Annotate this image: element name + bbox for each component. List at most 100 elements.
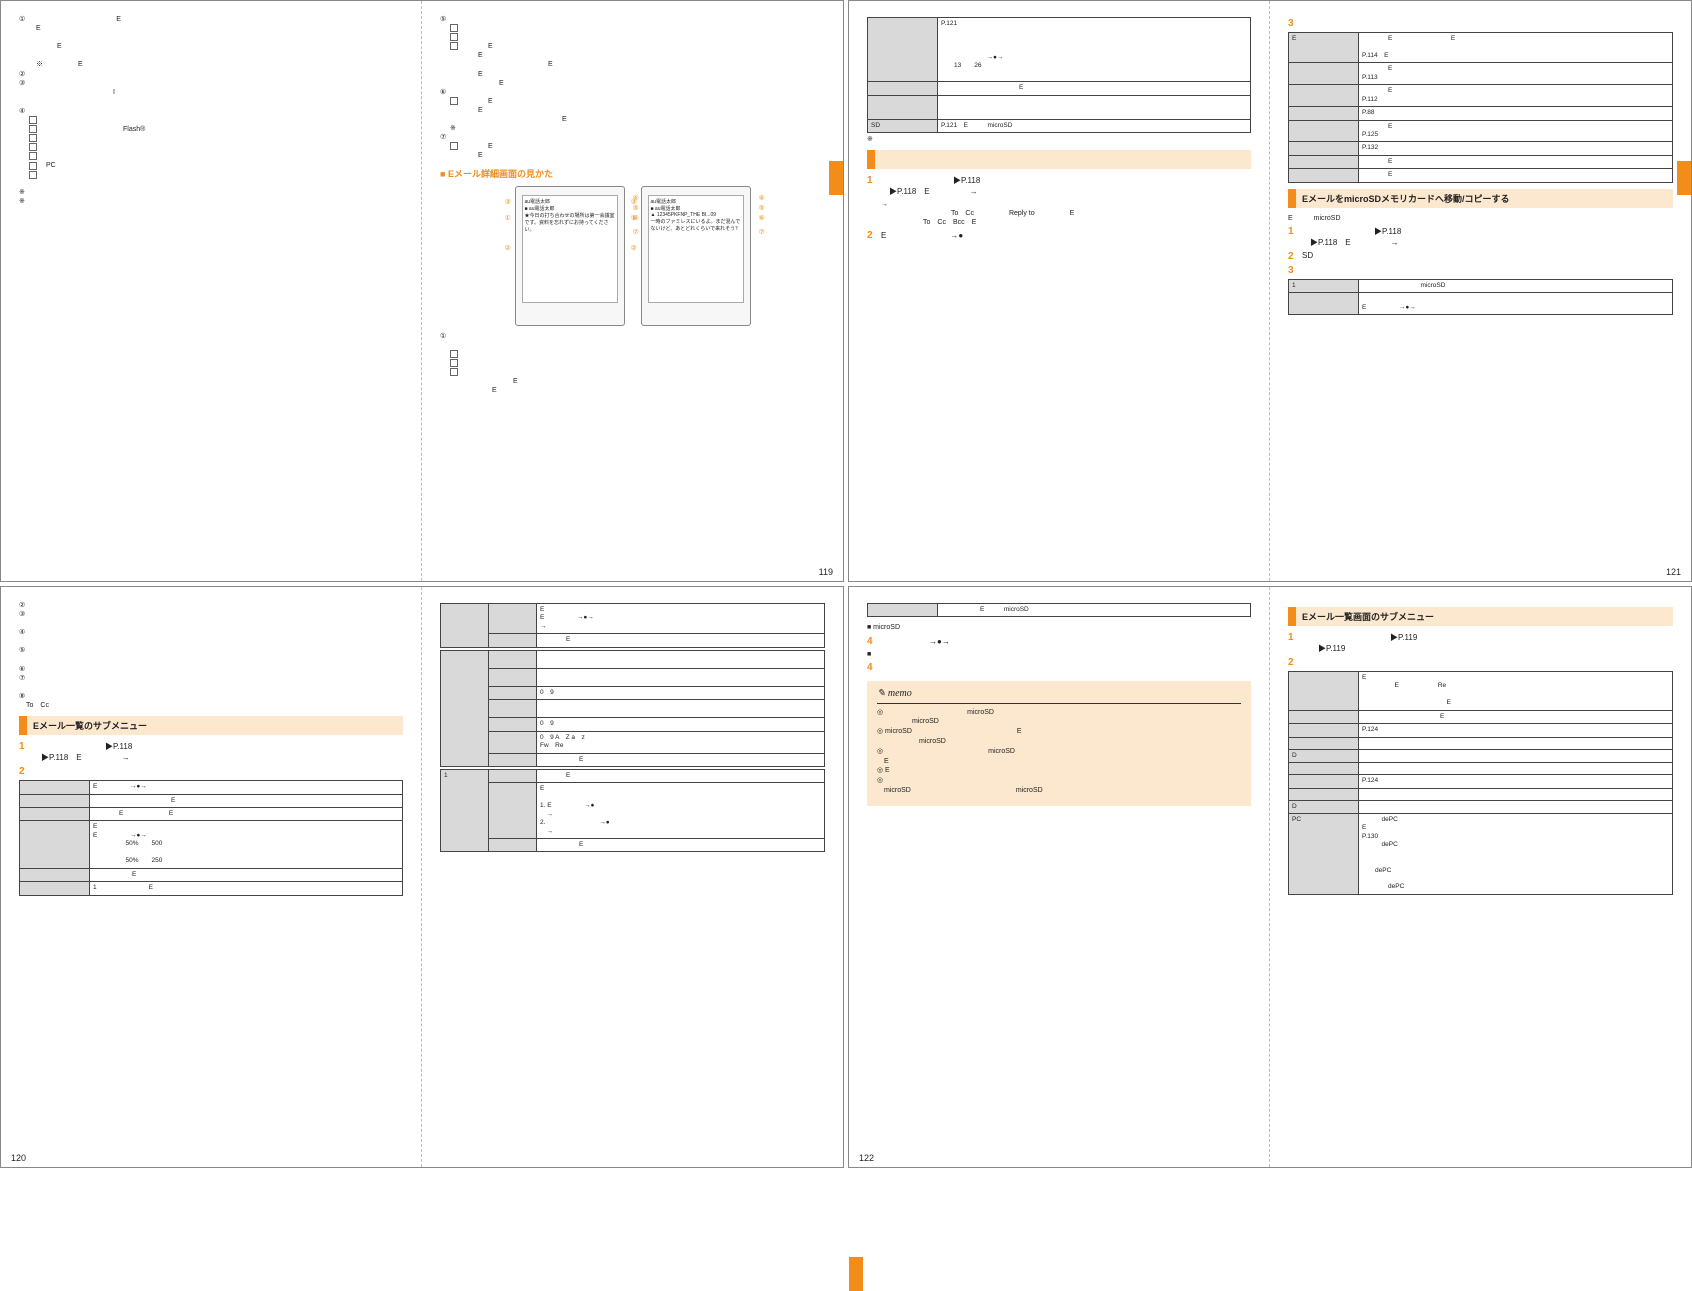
label-3b: ③ <box>631 198 637 206</box>
mail-icon <box>450 42 458 50</box>
step-1-text: ▶P.118 ▶P.118 E → <box>881 175 980 197</box>
cell: E E Re E <box>1359 672 1673 711</box>
cell: P.88 <box>1359 107 1673 120</box>
lock-icon <box>450 142 458 150</box>
table-122-left-top: E microSD <box>867 603 1251 617</box>
step-2: 2 <box>19 766 403 777</box>
p122-left: E microSD ■ microSD 4 →●→ ■ 4 memo ◎ mic… <box>849 587 1270 1167</box>
phone-2: au電話太郎 ■ au電話太郎 ▲ 12345PKFNP_THE BI...09… <box>641 186 751 326</box>
step-1: 1 ▶P.118 ▶P.118 E → <box>867 175 1251 197</box>
foot-1: ① <box>440 332 825 341</box>
label-2b: ② <box>631 244 637 252</box>
pc-icon <box>29 162 37 170</box>
attach-icon <box>29 116 37 124</box>
table-120-left: E →●→ E E E E E →●→ 50% 500 50% 250 E 1 … <box>19 780 403 895</box>
p122-right: Eメール一覧画面のサブメニュー 1 ▶P.119 ▶P.119 2 E E Re… <box>1270 587 1691 1167</box>
num-2: ② <box>19 70 403 79</box>
label-3: ③ <box>505 198 511 206</box>
cell: E E P.114 E <box>1359 33 1673 63</box>
memo-1: ◎ microSD microSD <box>877 708 1241 728</box>
note-2: ※ <box>19 197 403 206</box>
phone-1-screen: au電話太郎 ■ au電話太郎 ★今日の打ち合わせの場所は第一会議室です。資料を… <box>522 195 618 303</box>
spread-121: P.121 →●→ 13 26 E SDP.121 E microSD ※ 1 … <box>848 0 1692 582</box>
cell-label: PC <box>1289 813 1359 894</box>
step-1: 1 ▶P.118 ▶P.118 E → <box>19 741 403 763</box>
n6-text: E E E ※ <box>450 98 567 132</box>
book-icon <box>29 152 37 160</box>
cell: E P.125 <box>1359 120 1673 142</box>
num-7: ⑦ <box>440 133 825 142</box>
label-6b: ⑥ <box>759 214 765 222</box>
heading-microsd: EメールをmicroSDメモリカードへ移動/コピーする <box>1288 189 1673 208</box>
step-1-detail: → To Cc Reply to E To Cc Bcc E <box>881 200 1251 227</box>
cell: P.124 <box>1359 724 1673 737</box>
heading-reply <box>867 150 1251 169</box>
page-number: 122 <box>859 1153 874 1163</box>
cell: E <box>1359 710 1673 723</box>
cell <box>1359 788 1673 800</box>
cell: microSD <box>1359 279 1673 292</box>
cell <box>1359 800 1673 813</box>
cell: E <box>537 769 825 782</box>
cell: 0 9 <box>537 686 825 699</box>
label-1b: ① <box>631 214 637 222</box>
cell <box>537 668 825 686</box>
heading-email-detail: Eメール詳細画面の見かた <box>440 167 825 180</box>
label-5b: ⑤ <box>759 204 765 212</box>
num-3-text: I <box>29 88 403 97</box>
mail-icon <box>450 24 458 32</box>
pc-line: PC <box>39 162 56 169</box>
cell-label: D <box>1289 749 1359 762</box>
step-1-text: ▶P.118 ▶P.118 E → <box>33 741 132 763</box>
cell: E →●→ <box>90 781 403 794</box>
table-121-left: P.121 →●→ 13 26 E SDP.121 E microSD <box>867 17 1251 133</box>
step-2: 2 E →● <box>867 230 1251 241</box>
cell: E P.112 <box>1359 85 1673 107</box>
cell: E E →●→ 50% 500 50% 250 <box>90 821 403 868</box>
p119-left: ① E E E ※ E ② ③ I ④ Flash® PC ※ ※ <box>1 1 422 581</box>
cell: P.124 <box>1359 775 1673 788</box>
step-2b: 2 SD <box>1288 251 1673 262</box>
page-tab <box>849 1257 863 1291</box>
cell <box>537 700 825 718</box>
cell <box>938 95 1251 119</box>
step-4b: 4 <box>867 662 1251 673</box>
p121-left: P.121 →●→ 13 26 E SDP.121 E microSD ※ 1 … <box>849 1 1270 581</box>
cell <box>537 650 825 668</box>
cell: E <box>1359 169 1673 182</box>
cell-label: 1 <box>441 769 489 852</box>
video-icon <box>29 143 37 151</box>
cell: 1 E <box>90 882 403 895</box>
table-120-right-3: 1 E E 1. E →● → 2. →● → E <box>440 769 825 853</box>
cell <box>1359 763 1673 775</box>
cell: P.121 →●→ 13 26 <box>938 18 1251 82</box>
cell: P.121 E microSD <box>938 119 1251 132</box>
cell: 0 9 <box>537 718 825 731</box>
sd-line: E microSD <box>1288 214 1673 223</box>
cell-label: E <box>1289 33 1359 63</box>
mail-icon <box>450 33 458 41</box>
cell: E E <box>90 808 403 821</box>
flag-icon <box>450 97 458 105</box>
step-1b: 1 ▶P.118 ▶P.118 E → <box>1288 226 1673 248</box>
table-120-right-1: E E →●→ → E <box>440 603 825 648</box>
table-122-right: E E Re E E P.124 D P.124 D PC dePC E P.1… <box>1288 671 1673 895</box>
cell: E E →●→ → <box>537 604 825 634</box>
phone-1: au電話太郎 ■ au電話太郎 ★今日の打ち合わせの場所は第一会議室です。資料を… <box>515 186 625 326</box>
label-2: ② <box>505 244 511 252</box>
mail-icon <box>450 350 458 358</box>
cell: E →●→ <box>1359 293 1673 315</box>
table-121-right: E E E P.114 E E P.113 E P.112 P.88 E P.1… <box>1288 32 1673 183</box>
cell: E <box>90 794 403 807</box>
step-3b: 3 <box>1288 265 1673 276</box>
mail-icon <box>450 368 458 376</box>
cell: E <box>537 634 825 647</box>
table-120-right-2: 0 9 0 9 0 9 A Z a z Fw Re E <box>440 650 825 767</box>
sd-line: ■ microSD <box>867 623 1251 632</box>
picture-icon <box>29 125 37 133</box>
table-121-right-b: 1 microSD E →●→ <box>1288 279 1673 315</box>
step-1: 1 ▶P.119 ▶P.119 <box>1288 632 1673 654</box>
num-6: ⑥ <box>440 88 825 97</box>
heading-list-submenu: Eメール一覧のサブメニュー <box>19 716 403 735</box>
memo-2: ◎ microSD E microSD <box>877 727 1241 747</box>
